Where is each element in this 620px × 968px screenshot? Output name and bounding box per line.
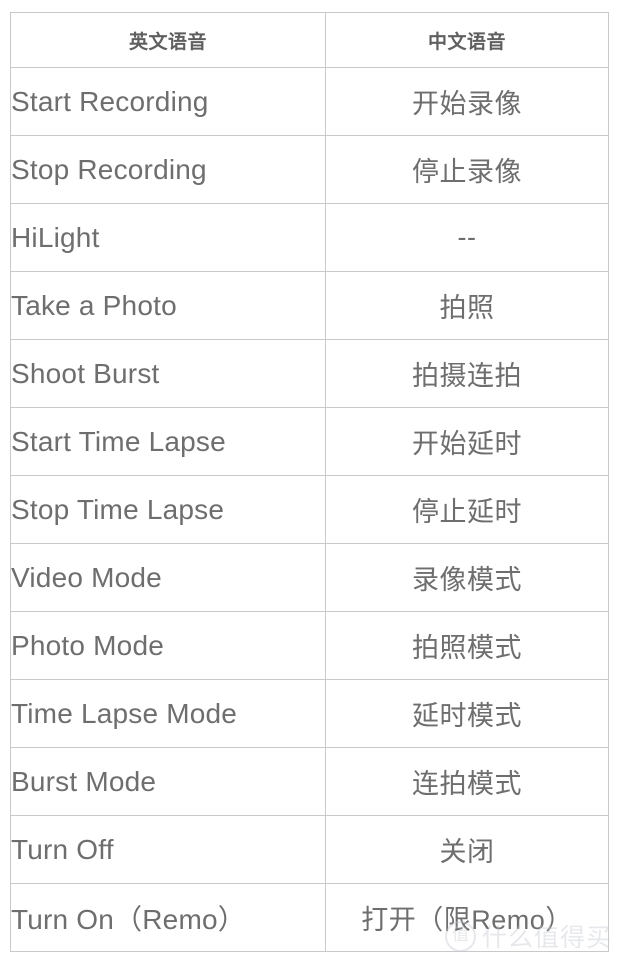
table-header-row: 英文语音 中文语音 — [10, 12, 609, 68]
table-row: Time Lapse Mode 延时模式 — [10, 679, 609, 748]
table-row: Photo Mode 拍照模式 — [10, 611, 609, 680]
cell-english-voice: Shoot Burst — [10, 339, 326, 408]
table-row: Shoot Burst 拍摄连拍 — [10, 339, 609, 408]
cell-chinese-voice: 拍照模式 — [325, 611, 609, 680]
cell-chinese-voice: 停止延时 — [325, 475, 609, 544]
cell-english-voice: Photo Mode — [10, 611, 326, 680]
cell-english-voice: HiLight — [10, 203, 326, 272]
cell-english-voice: Time Lapse Mode — [10, 679, 326, 748]
cell-chinese-voice: 录像模式 — [325, 543, 609, 612]
cell-english-voice: Video Mode — [10, 543, 326, 612]
cell-chinese-voice: 打开（限Remo） — [325, 883, 609, 952]
cell-english-voice: Stop Recording — [10, 135, 326, 204]
table-body: Start Recording 开始录像 Stop Recording 停止录像 HiL… — [10, 67, 609, 952]
cell-chinese-voice: 拍照 — [325, 271, 609, 340]
page-root: 英文语音 中文语音 Start Recording 开始录像 Stop Record… — [0, 0, 620, 968]
column-header-chinese-voice: 中文语音 — [325, 12, 609, 68]
table-row: Burst Mode 连拍模式 — [10, 747, 609, 816]
cell-english-voice: Take a Photo — [10, 271, 326, 340]
table-row: Turn On（Remo） 打开（限Remo） — [10, 883, 609, 952]
cell-english-voice: Start Recording — [10, 67, 326, 136]
cell-english-voice: Start Time Lapse — [10, 407, 326, 476]
cell-chinese-voice: -- — [325, 203, 609, 272]
cell-english-voice: Turn Off — [10, 815, 326, 884]
table-row: Start Recording 开始录像 — [10, 67, 609, 136]
cell-chinese-voice: 开始延时 — [325, 407, 609, 476]
table-row: Turn Off 关闭 — [10, 815, 609, 884]
cell-chinese-voice: 开始录像 — [325, 67, 609, 136]
table-row: HiLight -- — [10, 203, 609, 272]
voice-command-table: 英文语音 中文语音 Start Recording 开始录像 Stop Record… — [10, 12, 609, 952]
cell-chinese-voice: 延时模式 — [325, 679, 609, 748]
cell-chinese-voice: 停止录像 — [325, 135, 609, 204]
table-row: Stop Time Lapse 停止延时 — [10, 475, 609, 544]
column-header-english-voice: 英文语音 — [10, 12, 326, 68]
cell-english-voice: Stop Time Lapse — [10, 475, 326, 544]
table-header: 英文语音 中文语音 — [10, 12, 609, 68]
cell-english-voice: Burst Mode — [10, 747, 326, 816]
table-row: Stop Recording 停止录像 — [10, 135, 609, 204]
table-row: Start Time Lapse 开始延时 — [10, 407, 609, 476]
cell-english-voice: Turn On（Remo） — [10, 883, 326, 952]
cell-chinese-voice: 拍摄连拍 — [325, 339, 609, 408]
cell-chinese-voice: 连拍模式 — [325, 747, 609, 816]
cell-chinese-voice: 关闭 — [325, 815, 609, 884]
table-row: Take a Photo 拍照 — [10, 271, 609, 340]
table-row: Video Mode 录像模式 — [10, 543, 609, 612]
